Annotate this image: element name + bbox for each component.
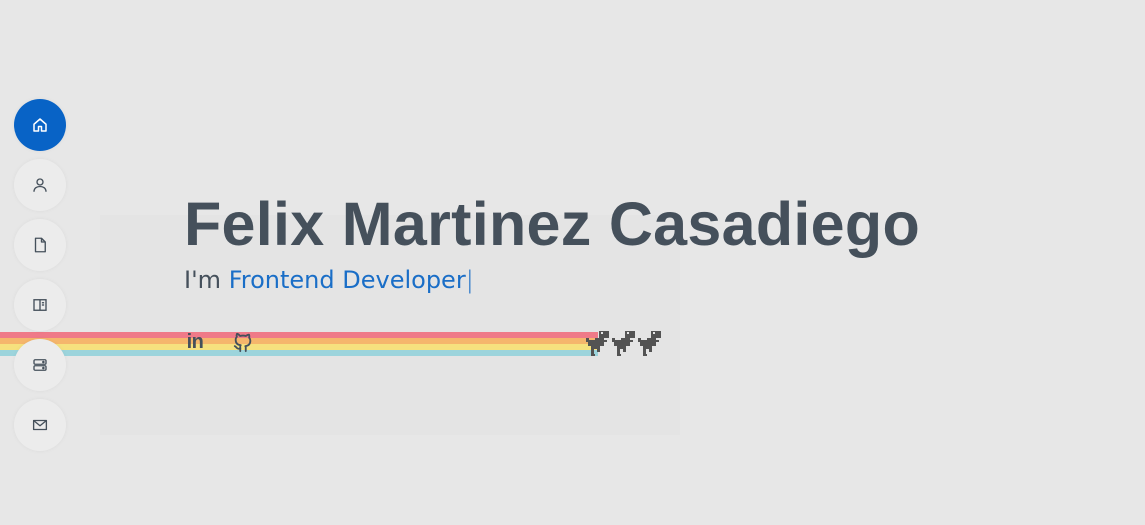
nav-contact-button[interactable] (14, 399, 66, 451)
book-icon (33, 299, 47, 311)
hero-prefix: I'm (184, 266, 222, 294)
user-icon (33, 178, 47, 192)
dino-icon (612, 331, 635, 356)
nav-about-button[interactable] (14, 159, 66, 211)
linkedin-link[interactable]: in (184, 330, 206, 354)
nav-portfolio-button[interactable] (14, 279, 66, 331)
nav-services-button[interactable] (14, 339, 66, 391)
envelope-icon (32, 419, 48, 431)
github-link[interactable] (232, 330, 254, 354)
nav-resume-button[interactable] (14, 219, 66, 271)
hero-role: Frontend Developer (228, 266, 466, 294)
dino-icon (586, 331, 609, 356)
file-icon (34, 237, 46, 253)
home-icon (33, 118, 47, 132)
linkedin-icon: in (186, 330, 204, 353)
rainbow-trail (0, 332, 598, 356)
hero-name: Felix Martinez Casadiego (184, 190, 921, 258)
social-links: in (184, 330, 254, 354)
server-icon (33, 359, 47, 371)
side-navigation (14, 99, 66, 451)
hero-subtitle: I'm Frontend Developer| (184, 266, 474, 294)
rainbow-stripe-blue (0, 350, 598, 356)
github-icon (233, 332, 252, 353)
nav-home-button[interactable] (14, 99, 66, 151)
typing-cursor: | (465, 266, 474, 294)
page: Felix Martinez Casadiego I'm Frontend De… (0, 0, 1145, 525)
dino-icon (638, 331, 661, 356)
dino-group (586, 330, 662, 356)
